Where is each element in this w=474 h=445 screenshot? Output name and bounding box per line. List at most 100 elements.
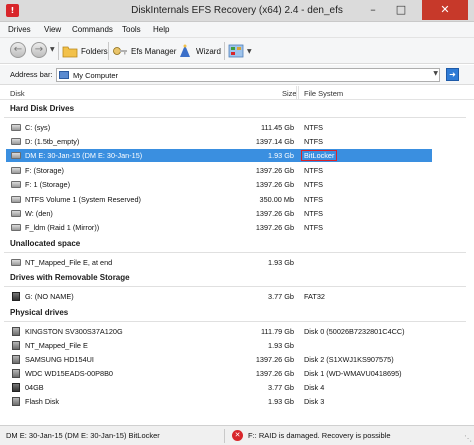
key-icon — [112, 43, 128, 59]
hard-drive-icon — [11, 210, 21, 217]
view-dropdown-icon[interactable]: ▼ — [247, 48, 252, 55]
physical-disk-icon — [12, 397, 20, 406]
error-icon: ✕ — [232, 430, 243, 441]
address-dropdown-icon[interactable]: ▼ — [433, 70, 438, 77]
address-value: My Computer — [73, 71, 119, 80]
drive-size: 3.77 Gb — [268, 292, 294, 301]
group-divider — [4, 117, 466, 118]
efs-manager-button[interactable]: Efs Manager — [112, 42, 176, 60]
folders-label: Folders — [81, 46, 108, 56]
usb-drive-icon — [12, 383, 20, 392]
go-icon[interactable]: ➜ — [446, 68, 459, 81]
drive-name: SAMSUNG HD154UI — [25, 355, 94, 364]
drive-filesystem: NTFS — [304, 209, 324, 218]
drive-row[interactable]: F: (Storage) 1397.26 Gb NTFS — [0, 164, 474, 177]
drive-filesystem: NTFS — [304, 123, 324, 132]
drive-size: 1397.26 Gb — [255, 209, 294, 218]
drive-filesystem: BitLocker — [301, 150, 338, 161]
drive-filesystem: Disk 4 — [304, 383, 325, 392]
drive-row[interactable]: WDC WD15EADS-00P8B0 1397.26 Gb Disk 1 (W… — [0, 367, 474, 380]
title-bar: ! DiskInternals EFS Recovery (x64) 2.4 -… — [0, 0, 474, 22]
toolbar: ← → ▼ Folders Efs Manager Wizard ▼ — [0, 38, 474, 64]
drive-filesystem: Disk 0 (50026B7232801C4CC) — [304, 327, 405, 336]
forward-arrow-icon[interactable]: → — [31, 42, 47, 58]
drive-name: D: (1.5tb_empty) — [25, 137, 80, 146]
efs-manager-label: Efs Manager — [131, 46, 177, 56]
drive-row[interactable]: NT_Mapped_File E, at end 1.93 Gb — [0, 256, 474, 269]
drive-row-selected[interactable]: DM E: 30-Jan-15 (DM E: 30-Jan-15) 1.93 G… — [0, 149, 474, 162]
drive-name: WDC WD15EADS-00P8B0 — [25, 369, 113, 378]
group-unallocated-space: Unallocated space — [10, 239, 81, 248]
drive-size: 1.93 Gb — [268, 258, 294, 267]
menu-help[interactable]: Help — [153, 25, 169, 34]
wizard-label: Wizard — [196, 46, 221, 56]
menu-view[interactable]: View — [44, 25, 61, 34]
drive-filesystem: NTFS — [304, 137, 324, 146]
drive-row[interactable]: F: 1 (Storage) 1397.26 Gb NTFS — [0, 178, 474, 191]
menu-commands[interactable]: Commands — [72, 25, 113, 34]
drive-filesystem: NTFS — [304, 180, 324, 189]
drive-name: F: 1 (Storage) — [25, 180, 71, 189]
drive-size: 111.79 Gb — [261, 327, 294, 336]
drive-row[interactable]: NT_Mapped_File E 1.93 Gb — [0, 339, 474, 352]
drive-row[interactable]: Flash Disk 1.93 Gb Disk 3 — [0, 395, 474, 408]
physical-disk-icon — [12, 327, 20, 336]
column-divider[interactable] — [298, 86, 299, 100]
drive-name: W: (den) — [25, 209, 53, 218]
physical-disk-icon — [12, 355, 20, 364]
maximize-icon[interactable]: □ — [388, 0, 414, 20]
drive-filesystem: NTFS — [304, 195, 324, 204]
drive-row[interactable]: 04GB 3.77 Gb Disk 4 — [0, 381, 474, 394]
menu-tools[interactable]: Tools — [122, 25, 141, 34]
drive-row[interactable]: W: (den) 1397.26 Gb NTFS — [0, 207, 474, 220]
drive-size: 1.93 Gb — [268, 341, 294, 350]
group-divider — [4, 286, 466, 287]
drive-name: NT_Mapped_File E — [25, 341, 88, 350]
drive-row[interactable]: C: (sys) 111.45 Gb NTFS — [0, 121, 474, 134]
menu-bar: Drives View Commands Tools Help — [0, 22, 474, 38]
wizard-button[interactable]: Wizard — [177, 42, 221, 60]
address-input[interactable]: My Computer ▼ — [56, 68, 440, 82]
drive-size: 1397.26 Gb — [255, 355, 294, 364]
hard-drive-icon — [11, 196, 21, 203]
drive-row[interactable]: D: (1.5tb_empty) 1397.14 Gb NTFS — [0, 135, 474, 148]
drive-row[interactable]: KINGSTON SV300S37A120G 111.79 Gb Disk 0 … — [0, 325, 474, 338]
menu-drives[interactable]: Drives — [8, 25, 31, 34]
drive-name: F: (Storage) — [25, 166, 64, 175]
close-icon[interactable]: ✕ — [422, 0, 468, 20]
drive-name: Flash Disk — [25, 397, 60, 406]
computer-icon — [59, 71, 69, 79]
column-filesystem[interactable]: File System — [304, 89, 343, 98]
toolbar-separator — [58, 42, 59, 60]
drive-size: 1397.26 Gb — [255, 166, 294, 175]
drive-size: 1397.26 Gb — [255, 223, 294, 232]
address-bar: Address bar: My Computer ▼ ➜ — [0, 65, 474, 85]
folders-button[interactable]: Folders — [62, 42, 108, 60]
drive-name: KINGSTON SV300S37A120G — [25, 327, 123, 336]
drive-row[interactable]: F_ldm (Raid 1 (Mirror)) 1397.26 Gb NTFS — [0, 221, 474, 234]
resize-grip-icon[interactable]: ⋱ — [464, 434, 472, 443]
group-divider — [4, 252, 466, 253]
drive-row[interactable]: SAMSUNG HD154UI 1397.26 Gb Disk 2 (S1XWJ… — [0, 353, 474, 366]
column-divider[interactable] — [296, 86, 297, 100]
usb-drive-icon — [12, 292, 20, 301]
physical-disk-icon — [12, 369, 20, 378]
minimize-icon[interactable]: – — [360, 0, 386, 20]
hard-drive-icon — [11, 124, 21, 131]
group-removable-storage: Drives with Removable Storage — [10, 273, 130, 282]
drive-row[interactable]: NTFS Volume 1 (System Reserved) 350.00 M… — [0, 193, 474, 206]
drive-row[interactable]: G: (NO NAME) 3.77 Gb FAT32 — [0, 290, 474, 303]
history-dropdown-icon[interactable]: ▼ — [50, 46, 55, 53]
column-size[interactable]: Size — [282, 89, 297, 98]
drive-size: 1.93 Gb — [268, 151, 294, 160]
column-header: Disk Size File System — [0, 86, 474, 100]
status-message: F:: RAID is damaged. Recovery is possibl… — [248, 431, 391, 440]
view-mode-button[interactable]: ▼ — [228, 42, 252, 60]
column-disk[interactable]: Disk — [10, 89, 25, 98]
back-arrow-icon[interactable]: ← — [10, 42, 26, 58]
drive-filesystem: FAT32 — [304, 292, 325, 301]
drive-size: 1.93 Gb — [268, 397, 294, 406]
group-hard-disk-drives: Hard Disk Drives — [10, 104, 75, 113]
hard-drive-icon — [11, 138, 21, 145]
address-label: Address bar: — [10, 70, 53, 79]
